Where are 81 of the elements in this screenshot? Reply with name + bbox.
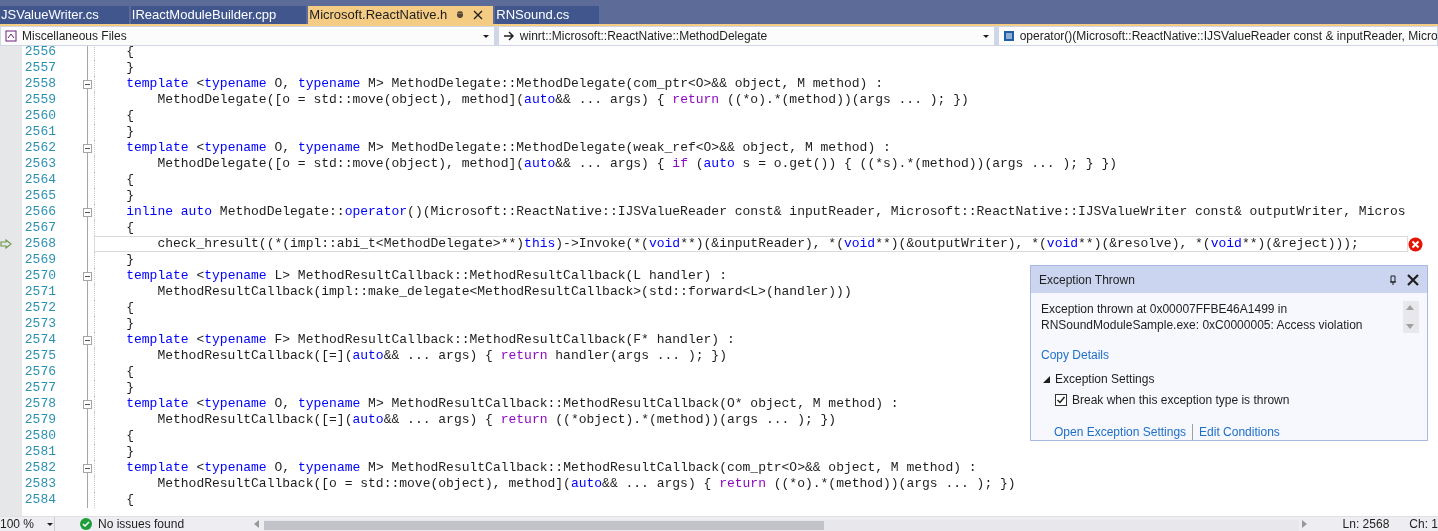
method-icon <box>1002 30 1015 42</box>
line-indicator: Ln: 2568 <box>1342 516 1390 531</box>
code-line: } <box>94 124 1408 140</box>
expand-icon[interactable] <box>1043 375 1050 383</box>
collapse-icon[interactable] <box>83 207 92 217</box>
zoom-dropdown[interactable]: 100 % <box>0 516 55 531</box>
document-tab[interactable]: IReactModuleBuilder.cpp <box>130 6 307 24</box>
pin-icon[interactable] <box>455 10 466 20</box>
line-number: 2556 <box>23 46 56 60</box>
line-number: 2570 <box>23 268 56 284</box>
line-number: 2568 <box>23 236 56 252</box>
line-number: 2563 <box>23 156 56 172</box>
line-number: 2581 <box>23 444 56 460</box>
line-number: 2580 <box>23 428 56 444</box>
column-indicator: Ch: 1 <box>1409 516 1438 531</box>
line-number: 2571 <box>23 284 56 300</box>
code-line: template <typename O, typename M> MethodDelegate::MethodDelegate(weak_ref<O>&& object, M method) : <box>94 140 1408 156</box>
code-line: MethodDelegate([o = std::move(object), method](auto&& ... args) { if (auto s = o.get()) { ((*s).*(method))(args ... ); } }) <box>94 156 1408 172</box>
line-number: 2565 <box>23 188 56 204</box>
collapse-icon[interactable] <box>83 79 92 89</box>
scope-dropdown[interactable]: winrt::Microsoft::ReactNative::MethodDelegate <box>497 26 995 46</box>
document-tab[interactable]: RNSound.cs <box>495 6 600 24</box>
line-number: 2577 <box>23 380 56 396</box>
code-line: inline auto MethodDelegate::operator()(Microsoft::ReactNative::IJSValueReader const& inputReader, Microsoft::ReactNative::IJSValueWriter const& outputWriter, Micros <box>94 204 1408 220</box>
line-number: 2557 <box>23 60 56 76</box>
line-number: 2566 <box>23 204 56 220</box>
code-line: { <box>94 172 1408 188</box>
collapse-icon[interactable] <box>83 463 92 473</box>
files-icon <box>5 30 17 42</box>
code-line: { <box>94 46 1408 60</box>
member-dropdown[interactable]: operator()(Microsoft::ReactNative::IJSValueReader const & inputReader, Micro <box>997 26 1438 46</box>
collapse-icon[interactable] <box>83 399 92 409</box>
code-line: MethodResultCallback([o = std::move(object), method](auto&& ... args) { return ((*o).*(method))(args ... ); }) <box>94 476 1408 492</box>
collapse-icon[interactable] <box>83 271 92 281</box>
line-number: 2573 <box>23 316 56 332</box>
code-line: template <typename O, typename M> MethodDelegate::MethodDelegate(com_ptr<O>&& object, M method) : <box>94 76 1408 92</box>
line-number: 2576 <box>23 364 56 380</box>
line-number: 2572 <box>23 300 56 316</box>
code-line: MethodDelegate([o = std::move(object), method](auto&& ... args) { return ((*o).*(method))(args ... ); }) <box>94 92 1408 108</box>
line-number: 2558 <box>23 76 56 92</box>
line-number: 2579 <box>23 412 56 428</box>
arrow-icon <box>502 31 515 41</box>
line-number: 2561 <box>23 124 56 140</box>
line-number: 2575 <box>23 348 56 364</box>
code-line: } <box>94 188 1408 204</box>
caret-icon <box>981 33 990 39</box>
line-number: 2584 <box>23 492 56 508</box>
check-icon <box>80 518 92 530</box>
code-line: { <box>94 108 1408 124</box>
close-icon[interactable] <box>473 10 484 20</box>
pin-icon[interactable] <box>1389 274 1397 285</box>
line-number: 2559 <box>23 92 56 108</box>
collapse-icon[interactable] <box>83 335 92 345</box>
code-line: template <typename O, typename M> MethodResultCallback::MethodResultCallback(com_ptr<O>&& object, M method) : <box>94 460 1408 476</box>
line-number: 2583 <box>23 476 56 492</box>
line-number: 2560 <box>23 108 56 124</box>
line-number: 2562 <box>23 140 56 156</box>
code-line: { <box>94 492 1408 508</box>
checkbox[interactable] <box>1055 394 1067 406</box>
document-tab[interactable]: JSValueWriter.cs <box>0 6 129 24</box>
issues-status: No issues found <box>98 516 185 531</box>
code-line: } <box>94 60 1408 76</box>
line-number: 2574 <box>23 332 56 348</box>
line-number: 2567 <box>23 220 56 236</box>
code-line: check_hresult((*(impl::abi_t<MethodDelegate>**)this)->Invoke(*(void**)(&inputReader), *(void**)(&outputWriter), *(void**)(&resolve), *(void**)(&reject))); <box>94 236 1408 252</box>
caret-icon <box>481 33 490 39</box>
code-line: } <box>94 444 1408 460</box>
caret-icon <box>46 521 55 527</box>
scrollbar-thumb[interactable] <box>264 520 825 530</box>
document-tab[interactable]: Microsoft.ReactNative.h <box>308 6 494 24</box>
horizontal-scrollbar[interactable] <box>264 519 1299 531</box>
line-number: 2578 <box>23 396 56 412</box>
line-number: 2564 <box>23 172 56 188</box>
line-number: 2569 <box>23 252 56 268</box>
line-number: 2582 <box>23 460 56 476</box>
collapse-icon[interactable] <box>83 143 92 153</box>
project-dropdown[interactable]: Miscellaneous Files <box>0 26 495 46</box>
close-icon[interactable] <box>1407 273 1419 286</box>
copy-details-link[interactable]: Copy Details <box>1041 346 1110 364</box>
error-icon[interactable] <box>1408 236 1423 252</box>
code-line: { <box>94 220 1408 236</box>
